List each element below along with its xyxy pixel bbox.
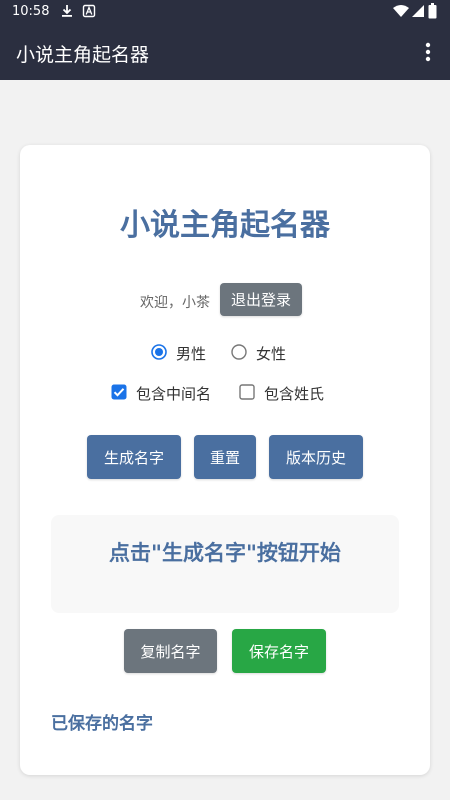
middle-name-checkbox[interactable]: [111, 384, 127, 400]
page-title: 小说主角起名器: [120, 208, 330, 243]
signal-icon: [412, 5, 424, 17]
save-name-button[interactable]: 保存名字: [232, 629, 326, 673]
version-history-button[interactable]: 版本历史: [269, 435, 363, 479]
more-vert-icon: [425, 42, 431, 62]
result-box: 点击"生成名字"按钮开始: [51, 515, 399, 613]
download-icon: [62, 5, 72, 17]
result-text: 点击"生成名字"按钮开始: [109, 541, 341, 565]
copy-name-button[interactable]: 复制名字: [124, 629, 217, 673]
surname-label: 包含姓氏: [264, 385, 325, 403]
battery-icon: [428, 3, 437, 19]
status-time: 10:58: [12, 4, 50, 19]
reset-button[interactable]: 重置: [194, 435, 256, 479]
male-label: 男性: [176, 345, 207, 363]
logout-button[interactable]: 退出登录: [220, 283, 302, 316]
app-bar: 小说主角起名器: [0, 24, 450, 80]
main-card: 小说主角起名器 欢迎，小茶 退出登录 男性 女性 包含中间名 包含姓氏 生成名字…: [20, 145, 430, 775]
male-radio[interactable]: [151, 344, 167, 360]
surname-checkbox[interactable]: [239, 384, 255, 400]
female-label: 女性: [256, 345, 287, 363]
notification-a-icon: [82, 4, 96, 18]
middle-name-label: 包含中间名: [136, 385, 212, 403]
female-radio[interactable]: [231, 344, 247, 360]
app-title: 小说主角起名器: [16, 44, 150, 66]
overflow-menu-button[interactable]: [412, 36, 444, 68]
status-bar: 10:58: [0, 0, 450, 24]
welcome-text: 欢迎，小茶: [140, 295, 210, 311]
saved-names-heading: 已保存的名字: [51, 714, 153, 734]
wifi-icon: [393, 5, 409, 17]
generate-name-button[interactable]: 生成名字: [87, 435, 181, 479]
